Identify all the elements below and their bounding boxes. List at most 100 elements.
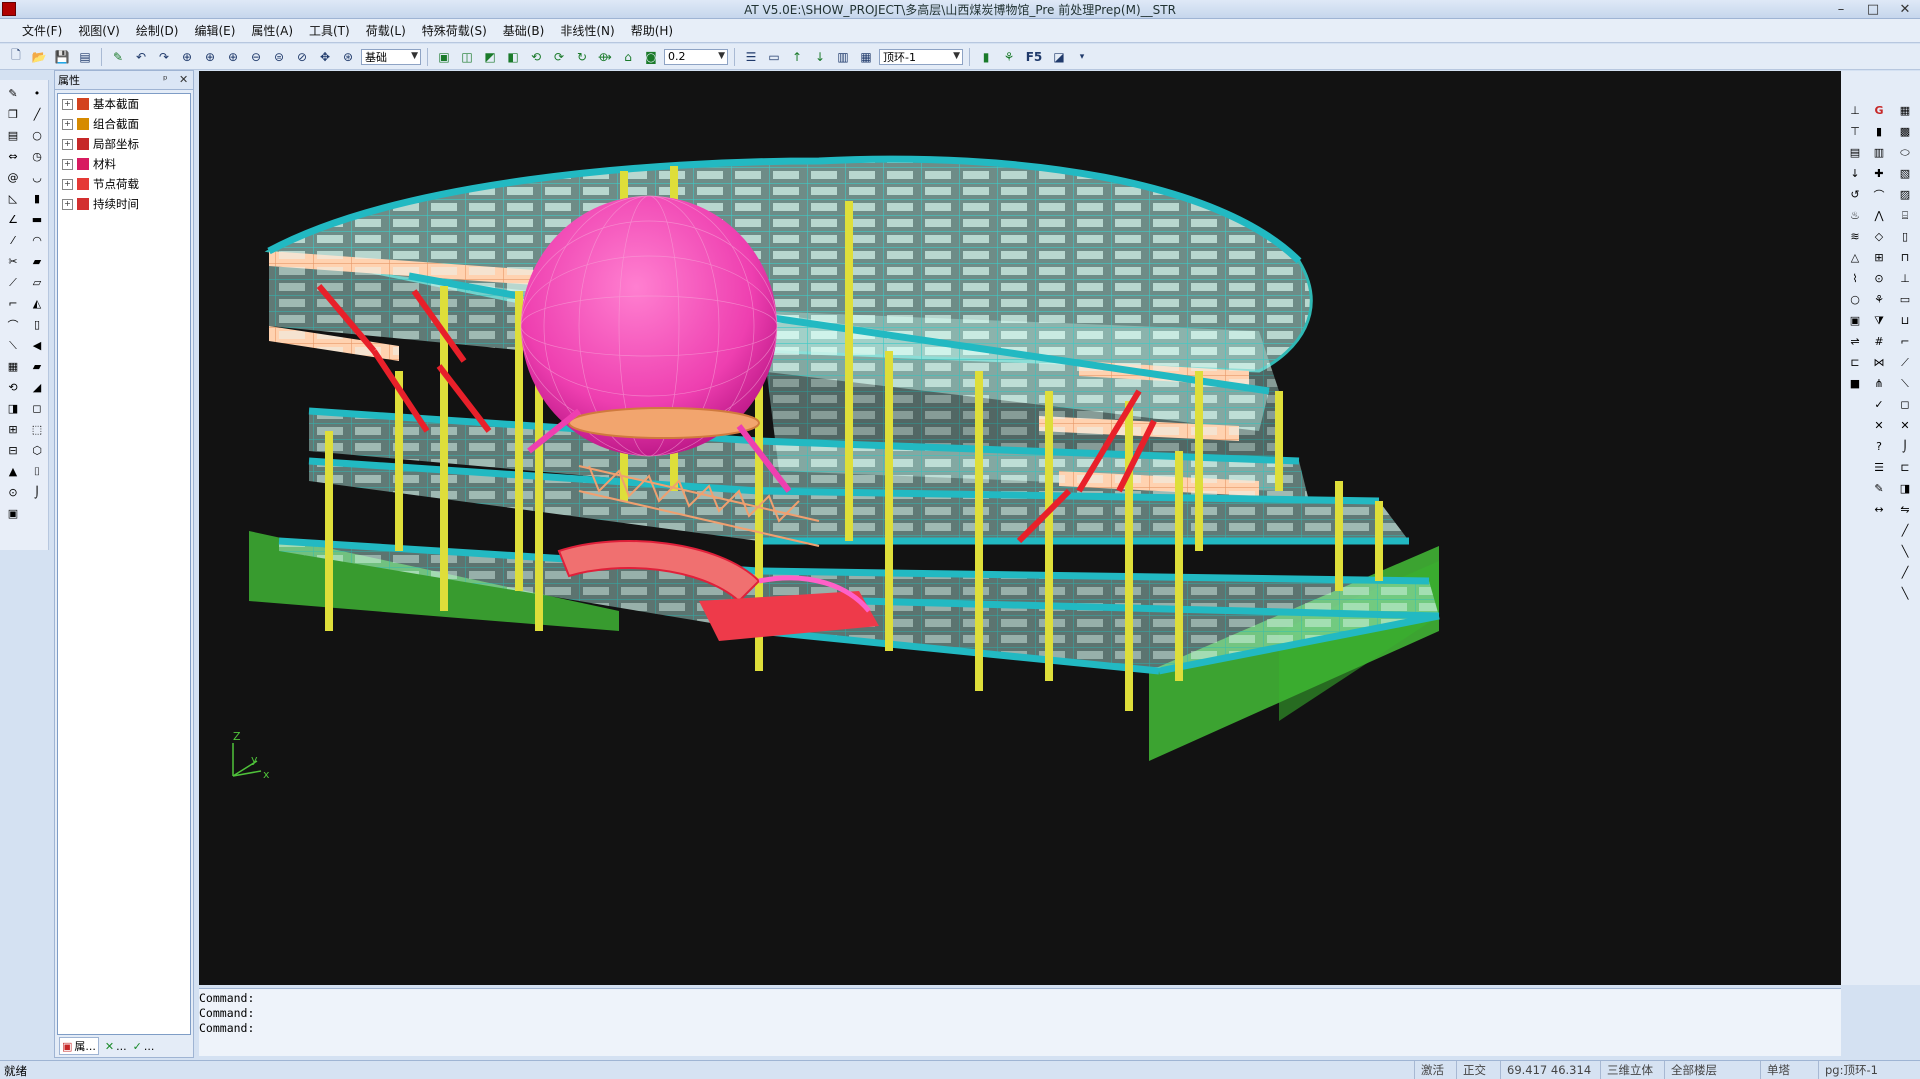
expand-icon[interactable]: + <box>62 98 73 110</box>
check-icon[interactable]: ✓ <box>1870 395 1888 414</box>
cable-icon[interactable]: ⌒ <box>1870 185 1888 204</box>
new-file-icon[interactable]: 🗋 <box>6 47 26 67</box>
cube-top-icon[interactable]: ◫ <box>457 47 477 67</box>
column-load-icon[interactable]: ⊤ <box>1846 122 1864 141</box>
brush-icon[interactable]: ✎ <box>4 84 22 103</box>
merge-icon[interactable]: ⋈ <box>1870 353 1888 372</box>
menu-draw[interactable]: 绘制(D) <box>128 22 187 39</box>
triangle-icon[interactable]: ▲ <box>4 462 22 481</box>
menu-edit[interactable]: 编辑(E) <box>186 22 243 39</box>
pin-icon[interactable]: ᵖ <box>163 73 168 86</box>
status-active[interactable]: 激活 <box>1414 1061 1455 1079</box>
command-window[interactable]: Command: Command: Command: <box>199 988 1841 1056</box>
paste-icon[interactable]: ▤ <box>4 126 22 145</box>
box-icon[interactable]: ◻ <box>28 399 46 418</box>
minimize-button[interactable]: – <box>1834 2 1848 17</box>
command-line[interactable]: Command: <box>199 1021 1841 1036</box>
rotate-z-icon[interactable]: ↻ <box>572 47 592 67</box>
g-gravity-icon[interactable]: G <box>1870 101 1888 120</box>
trim-icon[interactable]: ✂ <box>4 252 22 271</box>
floor-copy-icon[interactable]: ▥ <box>833 47 853 67</box>
hook-edit-icon[interactable]: ⌡ <box>1896 437 1914 456</box>
line-icon[interactable]: ⁄ <box>4 231 22 250</box>
pipe-icon[interactable]: ⌷ <box>28 462 46 481</box>
material-edit-icon[interactable]: ▥ <box>1870 143 1888 162</box>
table-icon[interactable]: ▦ <box>1896 101 1914 120</box>
link-icon[interactable]: ⇌ <box>1846 332 1864 351</box>
menu-help[interactable]: 帮助(H) <box>623 22 681 39</box>
tab-check[interactable]: ✕... <box>105 1040 127 1053</box>
column-edit-icon[interactable]: ▯ <box>1896 227 1914 246</box>
expand-icon[interactable]: + <box>62 198 73 210</box>
annotate-icon[interactable]: ✎ <box>1870 479 1888 498</box>
status-floors[interactable]: 全部楼层 <box>1664 1061 1763 1079</box>
rotate-y-icon[interactable]: ⟳ <box>549 47 569 67</box>
undo-icon[interactable]: ↶ <box>131 47 151 67</box>
curve-icon[interactable]: ◠ <box>28 231 46 250</box>
break-icon[interactable]: ⟍ <box>4 336 22 355</box>
spiral-icon[interactable]: @ <box>4 168 22 187</box>
prism-icon[interactable]: ◭ <box>28 294 46 313</box>
list-icon[interactable]: ☰ <box>1870 458 1888 477</box>
floor-combo[interactable]: 顶环-1 ▼ <box>879 48 963 65</box>
link-edit-icon[interactable]: ⇋ <box>1896 500 1914 519</box>
panel-icon[interactable]: ▯ <box>28 315 46 334</box>
properties-icon[interactable]: ▣ <box>4 504 22 523</box>
scale-combo[interactable]: 0.2 ▼ <box>664 48 728 65</box>
f5-refresh-button[interactable]: F5 <box>1022 47 1046 67</box>
circle-icon[interactable]: ○ <box>28 126 46 145</box>
point-load-icon[interactable]: ↓ <box>1846 164 1864 183</box>
tree-node-duration[interactable]: + 持续时间 <box>58 194 190 214</box>
target-icon[interactable]: ⊙ <box>4 483 22 502</box>
slab-load-icon[interactable]: ▤ <box>1846 143 1864 162</box>
menu-nonlinear[interactable]: 非线性(N) <box>552 22 622 39</box>
tree-node-nodal-load[interactable]: + 节点荷载 <box>58 174 190 194</box>
status-view-mode[interactable]: 三维立体 <box>1600 1061 1667 1079</box>
zoom-in-icon[interactable]: ⊕ <box>223 47 243 67</box>
shell-icon[interactable]: ⬡ <box>28 441 46 460</box>
tree-node-combined-section[interactable]: + 组合截面 <box>58 114 190 134</box>
slant4-icon[interactable]: ╲ <box>1896 584 1914 603</box>
pile-icon[interactable]: ⊥ <box>1896 269 1914 288</box>
raft-icon[interactable]: ▭ <box>1896 290 1914 309</box>
tree-node-local-coordinates[interactable]: + 局部坐标 <box>58 134 190 154</box>
zoom-out-icon[interactable]: ⊖ <box>246 47 266 67</box>
render-icon[interactable]: ◪ <box>1049 47 1069 67</box>
mass-icon[interactable]: ■ <box>1846 374 1864 393</box>
point-icon[interactable]: • <box>28 84 46 103</box>
menu-attribute[interactable]: 属性(A) <box>243 22 301 39</box>
beam-load-icon[interactable]: ⊥ <box>1846 101 1864 120</box>
slant-icon[interactable]: ╱ <box>1896 521 1914 540</box>
box-frame-icon[interactable]: ◻ <box>1896 395 1914 414</box>
perspective-icon[interactable]: ⌂ <box>618 47 638 67</box>
support-icon[interactable]: △ <box>1846 248 1864 267</box>
close-icon[interactable]: ✕ <box>179 73 188 86</box>
model-check-icon[interactable]: ▮ <box>976 47 996 67</box>
open-folder-icon[interactable]: 📂 <box>29 47 49 67</box>
diag-icon[interactable]: ⟍ <box>1896 374 1914 393</box>
zoom-window-icon[interactable]: ⊕ <box>177 47 197 67</box>
save-icon[interactable]: 💾 <box>52 47 72 67</box>
offset-icon[interactable]: ⊏ <box>1846 353 1864 372</box>
redo-icon[interactable]: ↷ <box>154 47 174 67</box>
release-icon[interactable]: ○ <box>1846 290 1864 309</box>
expand-icon[interactable]: + <box>62 118 73 130</box>
zoom-all-icon[interactable]: ⊛ <box>338 47 358 67</box>
floor-icon[interactable]: ▭ <box>764 47 784 67</box>
tree-icon[interactable]: ⚘ <box>999 47 1019 67</box>
toolbar-overflow-icon[interactable]: ▾ <box>1072 47 1092 67</box>
expand-icon[interactable]: + <box>62 158 73 170</box>
cube-side-icon[interactable]: ◩ <box>480 47 500 67</box>
close-button[interactable]: ✕ <box>1898 2 1912 17</box>
tab-properties[interactable]: ▣ 属... <box>59 1037 99 1055</box>
joint-icon[interactable]: ⊙ <box>1870 269 1888 288</box>
slab-icon[interactable]: ▱ <box>28 273 46 292</box>
menu-view[interactable]: 视图(V) <box>70 22 128 39</box>
cross-icon[interactable]: ✕ <box>1896 416 1914 435</box>
slope-icon[interactable]: ⟋ <box>1896 353 1914 372</box>
rotate-icon[interactable]: ⟲ <box>4 378 22 397</box>
menu-tools[interactable]: 工具(T) <box>301 22 358 39</box>
menu-special-load[interactable]: 特殊荷载(S) <box>414 22 495 39</box>
foundation-icon[interactable]: ⊓ <box>1896 248 1914 267</box>
move-icon[interactable]: ⇔ <box>4 147 22 166</box>
